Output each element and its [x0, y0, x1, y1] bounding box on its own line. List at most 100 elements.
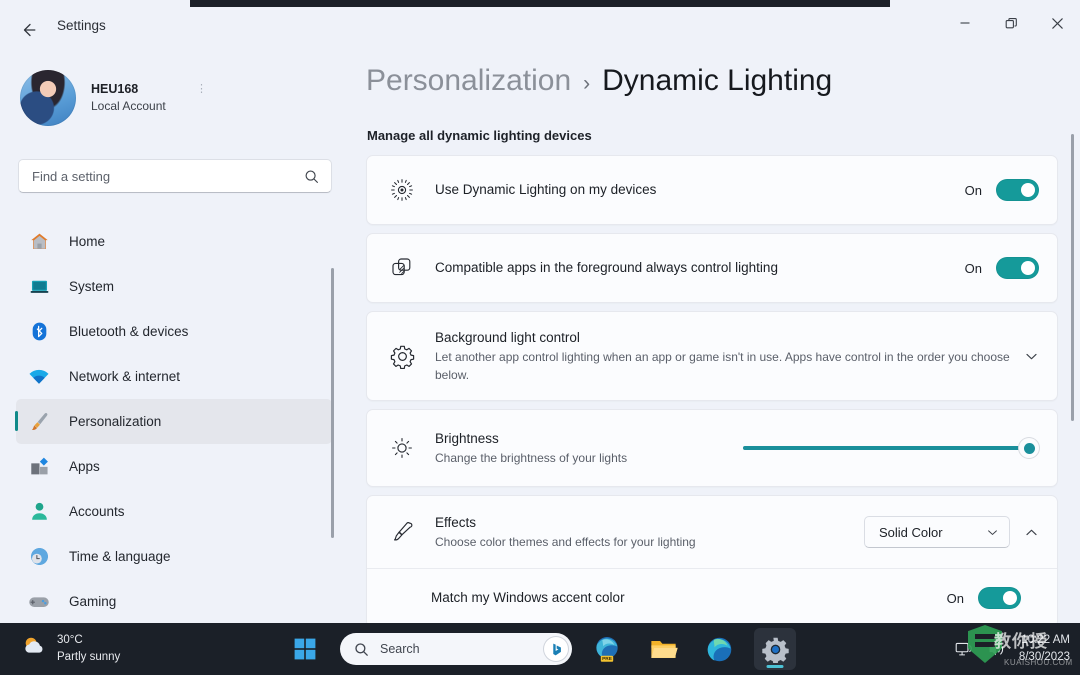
sidebar-scrollbar[interactable]	[331, 268, 334, 538]
match-accent-color-toggle[interactable]	[978, 587, 1021, 609]
settings-button[interactable]	[754, 628, 796, 670]
row-background-light-control[interactable]: Background light control Let another app…	[367, 312, 1057, 400]
gamepad-icon	[24, 589, 54, 615]
file-explorer-button[interactable]	[642, 628, 684, 670]
row-title: Effects	[435, 515, 477, 531]
weather-widget[interactable]: 30°C Partly sunny	[20, 632, 120, 665]
start-button[interactable]	[284, 628, 326, 670]
sidebar-item-label: Gaming	[69, 594, 117, 609]
sidebar-item-network[interactable]: Network & internet	[16, 354, 332, 399]
breadcrumb: Personalization › Dynamic Lighting	[366, 64, 832, 98]
sidebar-item-apps[interactable]: Apps	[16, 444, 332, 489]
sidebar-item-bluetooth[interactable]: Bluetooth & devices	[16, 309, 332, 354]
row-title: Use Dynamic Lighting on my devices	[435, 182, 657, 198]
row-subtitle: Choose color themes and effects for your…	[435, 534, 696, 549]
card-use-dynamic-lighting: Use Dynamic Lighting on my devices On	[366, 155, 1058, 225]
account-block[interactable]: HEU168 Local Account	[20, 68, 320, 128]
file-explorer-icon	[650, 640, 678, 658]
card-compatible-apps: Compatible apps in the foreground always…	[366, 233, 1058, 303]
account-overflow-menu[interactable]: ⋮	[196, 82, 207, 95]
breadcrumb-separator: ›	[583, 72, 591, 95]
toggle-knob	[1021, 261, 1035, 275]
sidebar-item-time-language[interactable]: Time & language	[16, 534, 332, 579]
account-type: Local Account	[91, 99, 166, 114]
bluetooth-icon	[24, 319, 54, 345]
search-input[interactable]	[19, 168, 304, 184]
toggle-state-label: On	[964, 260, 982, 276]
microsoft-edge-button[interactable]	[698, 628, 740, 670]
clock-time: 10:22 AM	[1021, 634, 1070, 647]
row-body: Effects Choose color themes and effects …	[435, 513, 864, 551]
edge-preview-button[interactable]: PRE	[586, 628, 628, 670]
toggle-group: On	[965, 179, 1039, 201]
sidebar-item-system[interactable]: System	[16, 264, 332, 309]
content-scrollbar[interactable]	[1071, 134, 1074, 421]
volume-icon[interactable]	[987, 640, 1006, 659]
compatible-apps-toggle[interactable]	[996, 257, 1039, 279]
row-title: Background light control	[435, 330, 580, 346]
apps-icon	[24, 454, 54, 480]
slider-thumb[interactable]	[1019, 438, 1039, 458]
sidebar-item-label: Apps	[69, 459, 100, 474]
sidebar-item-accounts[interactable]: Accounts	[16, 489, 332, 534]
row-effects[interactable]: Effects Choose color themes and effects …	[367, 496, 1057, 568]
toggle-group: On	[965, 257, 1039, 279]
edge-preview-badge-label: PRE	[602, 656, 612, 662]
arrow-left-icon	[23, 23, 36, 37]
card-effects: Effects Choose color themes and effects …	[366, 495, 1058, 623]
toggle-group: On	[947, 587, 1039, 609]
close-icon	[1051, 17, 1063, 29]
laptop-icon	[24, 274, 54, 300]
search-icon	[354, 642, 369, 657]
card-brightness: Brightness Change the brightness of your…	[366, 409, 1058, 487]
breadcrumb-parent[interactable]: Personalization	[366, 64, 571, 98]
sidebar: HEU168 Local Account ⋮ Find a setting Ho…	[0, 46, 348, 623]
taskbar: 30°C Partly sunny Search PRE 10:22 AM 8/…	[0, 623, 1080, 675]
brightness-slider[interactable]	[743, 436, 1039, 460]
sidebar-item-gaming[interactable]: Gaming	[16, 579, 332, 624]
home-icon	[24, 229, 54, 255]
chevron-up-icon[interactable]	[1010, 525, 1039, 540]
search-setting-box[interactable]	[18, 159, 332, 193]
card-background-light-control: Background light control Let another app…	[366, 311, 1058, 401]
row-title: Match my Windows accent color	[431, 590, 625, 606]
edge-preview-icon: PRE	[596, 637, 618, 662]
row-subtitle: Let another app control lighting when an…	[435, 349, 1010, 382]
back-button[interactable]	[12, 14, 44, 46]
chevron-down-icon[interactable]	[1010, 349, 1039, 364]
restore-button[interactable]	[988, 0, 1034, 46]
settings-card-list: Use Dynamic Lighting on my devices On Co…	[366, 155, 1058, 623]
row-brightness[interactable]: Brightness Change the brightness of your…	[367, 410, 1057, 486]
window-title: Settings	[57, 18, 106, 33]
weather-temperature: 30°C	[57, 634, 83, 646]
windows-start-icon	[294, 638, 316, 660]
row-body: Background light control Let another app…	[435, 328, 1010, 384]
person-icon	[24, 499, 54, 525]
row-use-dynamic-lighting[interactable]: Use Dynamic Lighting on my devices On	[367, 156, 1057, 224]
network-icon[interactable]	[955, 640, 974, 659]
bing-chat-icon[interactable]	[543, 636, 569, 662]
page-title: Dynamic Lighting	[602, 64, 833, 97]
sidebar-item-personalization[interactable]: Personalization	[15, 399, 332, 444]
row-match-accent-color[interactable]: Match my Windows accent color On	[367, 569, 1057, 623]
row-compatible-apps[interactable]: Compatible apps in the foreground always…	[367, 234, 1057, 302]
sidebar-item-label: Network & internet	[69, 369, 181, 384]
use-dynamic-lighting-toggle[interactable]	[996, 179, 1039, 201]
effects-dropdown[interactable]: Solid Color	[864, 516, 1010, 548]
chevron-down-icon	[986, 526, 999, 539]
taskbar-search[interactable]: Search	[340, 633, 572, 665]
window-controls	[942, 0, 1080, 46]
weather-text: 30°C Partly sunny	[57, 632, 120, 665]
taskbar-clock[interactable]: 10:22 AM 8/30/2023	[1019, 632, 1070, 665]
wifi-icon	[24, 364, 54, 390]
row-title: Brightness	[435, 431, 499, 447]
toggle-knob	[1003, 591, 1017, 605]
sidebar-item-home[interactable]: Home	[16, 219, 332, 264]
partly-sunny-icon	[20, 633, 47, 665]
section-heading: Manage all dynamic lighting devices	[367, 128, 592, 143]
sidebar-item-label: Home	[69, 234, 106, 249]
minimize-button[interactable]	[942, 0, 988, 46]
close-button[interactable]	[1034, 0, 1080, 46]
slider-fill	[743, 446, 1029, 450]
taskbar-center: Search PRE	[284, 623, 796, 675]
